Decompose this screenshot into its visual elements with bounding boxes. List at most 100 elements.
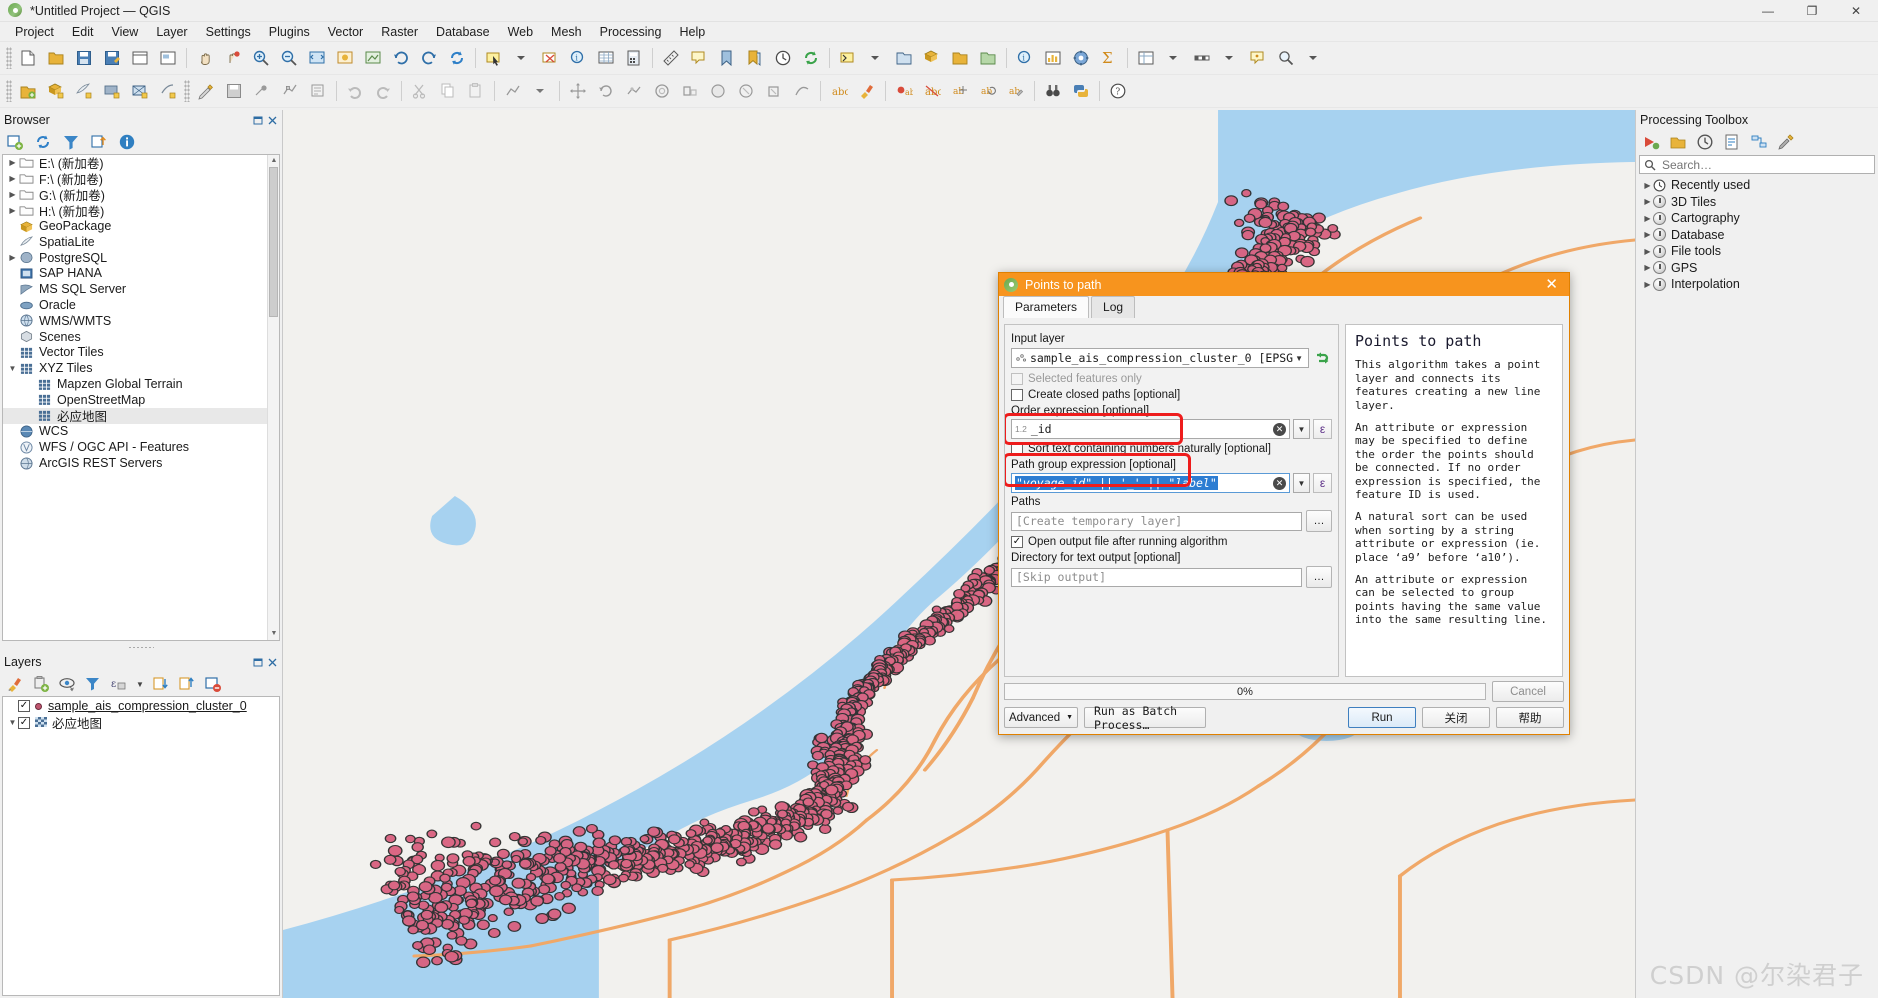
visibility-icon[interactable] [58, 675, 76, 693]
new-mesh-layer-icon[interactable] [127, 78, 153, 104]
cut-features-icon[interactable] [407, 78, 433, 104]
paste-features-icon[interactable] [463, 78, 489, 104]
zoom-selection-icon[interactable] [332, 45, 358, 71]
chevron-right-icon[interactable]: ▶ [7, 253, 18, 262]
toolbar-grip[interactable] [6, 80, 12, 102]
add-part-icon[interactable] [677, 78, 703, 104]
delete-part-icon[interactable] [761, 78, 787, 104]
refresh-icon[interactable] [34, 133, 52, 151]
points-to-path-dialog[interactable]: Points to path ✕ Parameters Log Input la… [998, 272, 1570, 735]
processing-provider-item[interactable]: ▶ Database [1636, 227, 1878, 244]
selected-features-row[interactable]: Selected features only [1011, 373, 1332, 385]
menu-raster[interactable]: Raster [372, 23, 427, 41]
filter-legend-icon[interactable] [84, 675, 102, 693]
toolbar-grip[interactable] [184, 80, 190, 102]
expand-all-icon[interactable] [152, 675, 170, 693]
digitize-line-icon[interactable] [500, 78, 526, 104]
sum-icon[interactable]: Σ [1096, 45, 1122, 71]
edit-model-icon[interactable] [1750, 133, 1768, 151]
layout-manager-icon[interactable] [127, 45, 153, 71]
browser-item[interactable]: WMS/WMTS [3, 313, 279, 329]
zoom-tool-dropdown-icon[interactable] [1301, 45, 1327, 71]
zoom-last-icon[interactable] [388, 45, 414, 71]
menu-mesh[interactable]: Mesh [542, 23, 591, 41]
new-project-icon[interactable] [15, 45, 41, 71]
help-contents-icon[interactable]: ? [1105, 78, 1131, 104]
layout-dropdown-icon[interactable] [1161, 45, 1187, 71]
panel-close-icon[interactable] [267, 115, 278, 126]
browser-item[interactable]: WCS [3, 424, 279, 440]
order-expression-dropdown[interactable]: ▼ [1293, 419, 1310, 439]
reshape-icon[interactable] [789, 78, 815, 104]
paths-browse-button[interactable]: … [1306, 510, 1332, 532]
new-shapefile-icon[interactable] [891, 45, 917, 71]
browser-item[interactable]: ▼ XYZ Tiles [3, 360, 279, 376]
identify-features-icon[interactable]: i [565, 45, 591, 71]
processing-provider-item[interactable]: ▶ File tools [1636, 243, 1878, 260]
selected-features-checkbox[interactable] [1011, 373, 1023, 385]
label-icon[interactable]: abc [826, 78, 852, 104]
clear-icon-2[interactable]: ✕ [1273, 476, 1286, 490]
open-attribute-table-icon[interactable] [593, 45, 619, 71]
run-model-icon[interactable] [1642, 133, 1660, 151]
modify-attributes-icon[interactable] [305, 78, 331, 104]
select-by-expression-icon[interactable] [835, 45, 861, 71]
browser-item[interactable]: SAP HANA [3, 266, 279, 282]
browser-item[interactable]: OpenStreetMap [3, 392, 279, 408]
zoom-next-icon[interactable] [416, 45, 442, 71]
natural-sort-row[interactable]: Sort text containing numbers naturally [… [1011, 443, 1332, 455]
browser-item[interactable]: Mapzen Global Terrain [3, 376, 279, 392]
binoculars-icon[interactable] [1040, 78, 1066, 104]
scroll-down-icon[interactable]: ▼ [270, 630, 278, 638]
show-hide-labels-icon[interactable]: abc [919, 78, 945, 104]
chevron-right-icon[interactable]: ▶ [1642, 280, 1653, 289]
field-calculator-icon[interactable] [621, 45, 647, 71]
maptips-icon[interactable] [1245, 45, 1271, 71]
simplify-feature-icon[interactable] [621, 78, 647, 104]
browser-scrollbar[interactable]: ▲ ▼ [267, 155, 279, 640]
cancel-button[interactable]: Cancel [1492, 681, 1564, 702]
tab-parameters[interactable]: Parameters [1003, 296, 1090, 318]
open-project-icon[interactable] [43, 45, 69, 71]
filter-icon[interactable] [62, 133, 80, 151]
open-model-icon[interactable] [1669, 133, 1687, 151]
undock-icon[interactable] [253, 115, 264, 126]
change-label-icon[interactable]: ab [1003, 78, 1029, 104]
undo-icon[interactable] [342, 78, 368, 104]
input-layer-combo[interactable]: sample_ais_compression_cluster_0 [EPSG ▼ [1011, 348, 1310, 368]
add-raster-layer-icon[interactable] [975, 45, 1001, 71]
tab-log[interactable]: Log [1091, 296, 1136, 318]
path-group-builder-button[interactable]: ε [1313, 473, 1332, 493]
zoom-out-icon[interactable] [276, 45, 302, 71]
undock-icon-layers[interactable] [253, 657, 264, 668]
browser-item[interactable]: WFS / OGC API - Features [3, 439, 279, 455]
open-output-checkbox[interactable] [1011, 536, 1023, 548]
processing-provider-item[interactable]: ▶ Recently used [1636, 177, 1878, 194]
results-icon[interactable] [1723, 133, 1741, 151]
browser-item[interactable]: SpatiaLite [3, 234, 279, 250]
zoom-layer-icon[interactable] [360, 45, 386, 71]
minimize-button[interactable]: — [1746, 0, 1790, 22]
python-console-icon[interactable] [1068, 78, 1094, 104]
toggle-editing-icon[interactable] [193, 78, 219, 104]
browser-tree[interactable]: ▶ E:\ (新加卷) ▶ F:\ (新加卷) ▶ G:\ (新加卷) ▶ H:\ (新加卷)… [2, 154, 280, 641]
select-features-icon[interactable] [481, 45, 507, 71]
identify-icon2[interactable]: i [1012, 45, 1038, 71]
style-manager-icon[interactable] [6, 675, 24, 693]
natural-sort-checkbox[interactable] [1011, 443, 1023, 455]
chevron-right-icon[interactable]: ▶ [7, 190, 18, 199]
menu-view[interactable]: View [102, 23, 147, 41]
refresh-all-icon[interactable] [798, 45, 824, 71]
save-project-as-icon[interactable] [99, 45, 125, 71]
zoom-in-icon[interactable] [248, 45, 274, 71]
close-button-cn[interactable]: 关闭 [1422, 707, 1490, 728]
paths-output-input[interactable]: [Create temporary layer] [1011, 511, 1302, 531]
open-output-row[interactable]: Open output file after running algorithm [1011, 536, 1332, 548]
directory-browse-button[interactable]: … [1306, 566, 1332, 588]
maximize-button[interactable]: ❐ [1790, 0, 1834, 22]
refresh-map-icon[interactable] [444, 45, 470, 71]
browser-item[interactable]: Scenes [3, 329, 279, 345]
menu-layer[interactable]: Layer [147, 23, 196, 41]
processing-search[interactable] [1639, 155, 1875, 174]
zoom-full-icon[interactable] [304, 45, 330, 71]
